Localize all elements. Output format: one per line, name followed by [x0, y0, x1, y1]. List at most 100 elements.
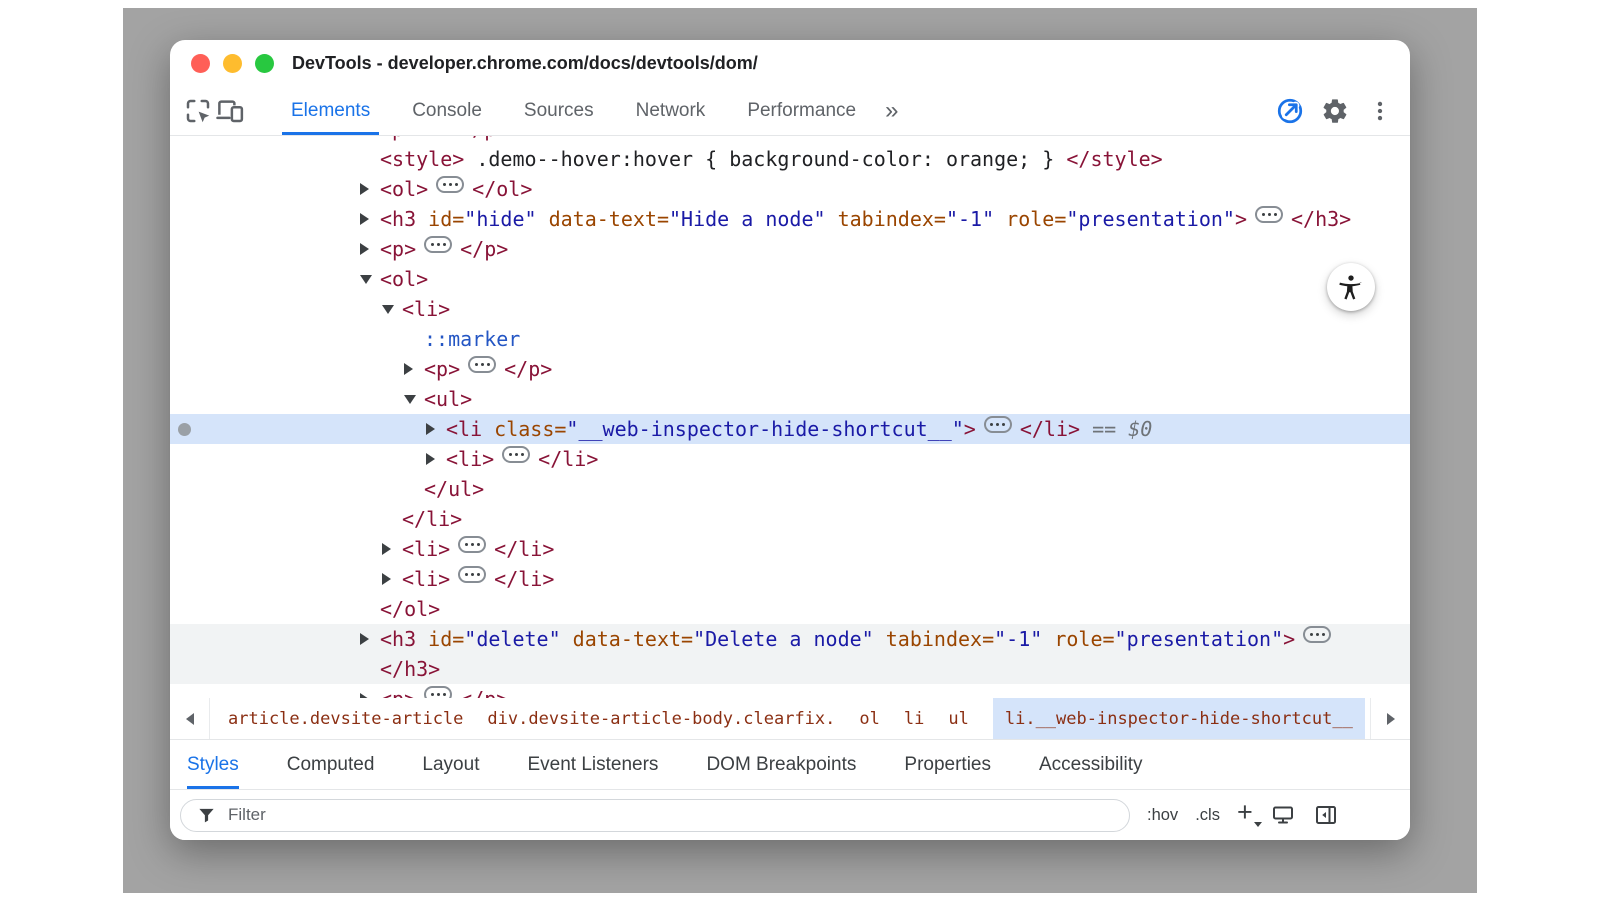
dom-tag-text: <li>: [402, 297, 450, 321]
breadcrumb-scroll-right-button[interactable]: [1370, 698, 1410, 739]
breadcrumb-item[interactable]: div.devsite-article-body.clearfix.: [487, 698, 835, 739]
ellipsis-expand-button[interactable]: [436, 176, 464, 193]
dom-tag-text: </ul>: [424, 477, 484, 501]
dom-tree-row[interactable]: <li></li>: [170, 534, 1410, 564]
dom-tree-row[interactable]: <ol>: [170, 264, 1410, 294]
monitor-icon[interactable]: [1270, 802, 1296, 828]
dom-tree-row[interactable]: <li class="__web-inspector-hide-shortcut…: [170, 414, 1410, 444]
more-tabs-icon[interactable]: »: [877, 97, 906, 125]
page-background: DevTools - developer.chrome.com/docs/dev…: [123, 8, 1477, 893]
dom-text-text: .demo--hover:hover { background-color: o…: [464, 147, 1066, 171]
expand-arrow-icon[interactable]: [360, 213, 369, 225]
dom-tree-row[interactable]: <ol></ol>: [170, 174, 1410, 204]
ellipsis-expand-button[interactable]: [458, 536, 486, 553]
dom-tag-text: <li: [446, 417, 482, 441]
dom-tag-text: </p>: [460, 136, 508, 141]
tab-elements[interactable]: Elements: [270, 86, 391, 135]
dom-tag-text: >: [1283, 627, 1295, 651]
accessibility-overlay-button[interactable]: [1327, 263, 1375, 311]
inspect-element-icon[interactable]: [182, 95, 214, 127]
expand-arrow-icon[interactable]: [382, 543, 391, 555]
dom-tree-row[interactable]: <li></li>: [170, 444, 1410, 474]
collapse-arrow-icon[interactable]: [360, 275, 372, 284]
breadcrumb-item[interactable]: ul: [948, 698, 968, 739]
sidebar-tab-dom-breakpoints[interactable]: DOM Breakpoints: [706, 740, 856, 789]
ellipsis-expand-button[interactable]: [468, 356, 496, 373]
ellipsis-expand-button[interactable]: [424, 236, 452, 253]
dom-value-text: "__web-inspector-hide-shortcut__": [566, 417, 963, 441]
breadcrumb-item[interactable]: ol: [859, 698, 879, 739]
tab-console[interactable]: Console: [391, 86, 503, 135]
collapse-arrow-icon[interactable]: [404, 395, 416, 404]
dom-tree-row[interactable]: <li>: [170, 294, 1410, 324]
ellipsis-expand-button[interactable]: [1303, 626, 1331, 643]
dom-tree-row[interactable]: <p></p>: [170, 684, 1410, 698]
dom-tree-row[interactable]: <ul>: [170, 384, 1410, 414]
toggle-element-state-button[interactable]: :hov: [1147, 806, 1178, 825]
dom-tree-row[interactable]: <p></p>: [170, 354, 1410, 384]
device-toolbar-icon[interactable]: [214, 95, 246, 127]
more-options-kebab-icon[interactable]: [1364, 95, 1396, 127]
styles-filter-field[interactable]: [180, 799, 1130, 832]
ellipsis-expand-button[interactable]: [458, 566, 486, 583]
expand-arrow-icon[interactable]: [360, 243, 369, 255]
dom-tag-text: <ol>: [380, 267, 428, 291]
breadcrumb-item[interactable]: article.devsite-article: [228, 698, 463, 739]
dock-sidebar-icon[interactable]: [1313, 802, 1339, 828]
ellipsis-expand-button[interactable]: [1255, 206, 1283, 223]
dom-attr-text: id=: [416, 207, 464, 231]
dom-tag-text: </ol>: [472, 177, 532, 201]
dom-tree-row[interactable]: </li>: [170, 504, 1410, 534]
pick-element-icon[interactable]: [1274, 95, 1306, 127]
window-title: DevTools - developer.chrome.com/docs/dev…: [292, 53, 758, 74]
dom-tag-text: <li>: [402, 567, 450, 591]
expand-arrow-icon[interactable]: [360, 693, 369, 698]
dom-tree-row[interactable]: </ol>: [170, 594, 1410, 624]
tab-network[interactable]: Network: [615, 86, 727, 135]
sidebar-tab-styles[interactable]: Styles: [187, 740, 239, 789]
dom-tag-text: </h3>: [1291, 207, 1351, 231]
tab-sources[interactable]: Sources: [503, 86, 615, 135]
dom-value-text: "-1": [946, 207, 994, 231]
dom-tag-text: <p>: [424, 357, 460, 381]
dom-tree-row[interactable]: </h3>: [170, 654, 1410, 684]
breadcrumb-list: article.devsite-article div.devsite-artic…: [210, 698, 1370, 739]
sidebar-tab-computed[interactable]: Computed: [287, 740, 375, 789]
dom-tree-row[interactable]: <h3 id="hide" data-text="Hide a node" ta…: [170, 204, 1410, 234]
dom-tree-row[interactable]: <style> .demo--hover:hover { background-…: [170, 144, 1410, 174]
new-style-rule-button[interactable]: +: [1237, 797, 1253, 828]
breadcrumb-item[interactable]: li: [904, 698, 924, 739]
breadcrumb-scroll-left-button[interactable]: [170, 698, 210, 739]
expand-arrow-icon[interactable]: [360, 183, 369, 195]
dom-tree-row[interactable]: <li></li>: [170, 564, 1410, 594]
dom-tree-row[interactable]: </ul>: [170, 474, 1410, 504]
expand-arrow-icon[interactable]: [382, 573, 391, 585]
sidebar-tab-layout[interactable]: Layout: [422, 740, 479, 789]
dom-tree-row[interactable]: <p></p>: [170, 136, 1410, 144]
minimize-window-button[interactable]: [223, 54, 242, 73]
ellipsis-expand-button[interactable]: [424, 686, 452, 698]
ellipsis-expand-button[interactable]: [984, 416, 1012, 433]
close-window-button[interactable]: [191, 54, 210, 73]
expand-arrow-icon[interactable]: [426, 423, 435, 435]
sidebar-tab-accessibility[interactable]: Accessibility: [1039, 740, 1142, 789]
element-classes-button[interactable]: .cls: [1195, 806, 1220, 825]
right-arrow-icon: [1387, 713, 1395, 725]
expand-arrow-icon[interactable]: [404, 363, 413, 375]
dom-tree-row[interactable]: ::marker: [170, 324, 1410, 354]
expand-arrow-icon[interactable]: [360, 633, 369, 645]
settings-gear-icon[interactable]: [1319, 95, 1351, 127]
breadcrumb-item[interactable]: li.__web-inspector-hide-shortcut__: [993, 698, 1365, 739]
dom-tree-row[interactable]: <p></p>: [170, 234, 1410, 264]
sidebar-tab-properties[interactable]: Properties: [904, 740, 991, 789]
collapse-arrow-icon[interactable]: [382, 305, 394, 314]
dom-value-text: "presentation": [1066, 207, 1235, 231]
expand-arrow-icon[interactable]: [426, 453, 435, 465]
tab-performance[interactable]: Performance: [726, 86, 877, 135]
plus-icon: +: [1237, 797, 1253, 827]
dom-tree-row[interactable]: <h3 id="delete" data-text="Delete a node…: [170, 624, 1410, 654]
zoom-window-button[interactable]: [255, 54, 274, 73]
styles-filter-input[interactable]: [228, 805, 1117, 825]
sidebar-tab-event-listeners[interactable]: Event Listeners: [527, 740, 658, 789]
ellipsis-expand-button[interactable]: [502, 446, 530, 463]
